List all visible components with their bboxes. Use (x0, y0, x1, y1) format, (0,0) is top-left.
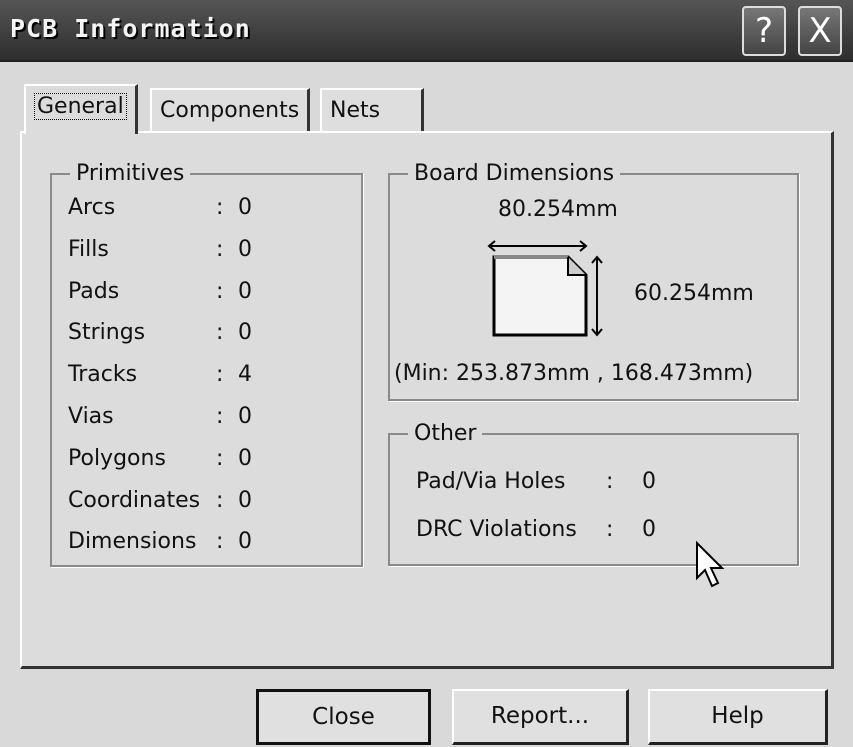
primitive-value: 4 (238, 362, 252, 388)
colon: : (216, 362, 224, 388)
colon: : (216, 195, 224, 220)
primitive-row: Vias:0 (68, 404, 252, 429)
board-height: 60.254mm (634, 281, 754, 306)
primitive-label: Strings (68, 320, 146, 346)
primitive-label: Tracks (68, 362, 138, 388)
board-dimensions-title: Board Dimensions (408, 161, 621, 186)
close-button[interactable]: Close (256, 689, 431, 745)
primitive-row: Dimensions:0 (68, 529, 252, 555)
colon: : (606, 517, 614, 542)
window-title: PCB Information (10, 14, 251, 43)
help-button[interactable]: Help (648, 689, 828, 745)
primitive-row: Pads:0 (68, 278, 252, 304)
primitive-label: Pads (68, 278, 120, 304)
colon: : (216, 445, 224, 471)
board-width: 80.254mm (498, 197, 618, 222)
other-label: Pad/Via Holes (416, 469, 566, 494)
title-bar: PCB Information ? X (0, 0, 853, 62)
other-value: 0 (642, 469, 656, 494)
primitive-value: 0 (238, 404, 252, 429)
primitive-value: 0 (238, 320, 252, 346)
primitive-value: 0 (238, 236, 252, 262)
tab-general[interactable]: General (24, 84, 138, 134)
other-title: Other (408, 421, 483, 446)
other-label: DRC Violations (416, 517, 577, 542)
tab-label: General (34, 93, 127, 120)
colon: : (606, 469, 614, 494)
help-title-button[interactable]: ? (742, 6, 786, 56)
other-value: 0 (642, 517, 656, 542)
colon: : (216, 236, 224, 262)
tab-nets[interactable]: Nets (320, 88, 424, 134)
board-dimensions-group: Board Dimensions 80.254mm 60.254mm (Min:… (388, 161, 799, 401)
primitive-value: 0 (238, 195, 252, 220)
primitive-row: Arcs:0 (68, 195, 252, 220)
board-min: (Min: 253.873mm , 168.473mm) (394, 361, 754, 386)
primitives-title: Primitives (70, 161, 191, 186)
primitive-label: Polygons (68, 445, 166, 471)
colon: : (216, 278, 224, 304)
primitive-value: 0 (238, 529, 252, 555)
other-row: Pad/Via Holes: 0 (416, 469, 656, 494)
other-group: Other Pad/Via Holes: 0 DRC Violations: 0 (388, 421, 799, 566)
report-button[interactable]: Report... (452, 689, 629, 745)
primitive-value: 0 (238, 445, 252, 471)
colon: : (216, 529, 224, 555)
primitive-value: 0 (238, 487, 252, 513)
primitive-row: Strings:0 (68, 320, 252, 346)
primitive-label: Fills (68, 236, 109, 262)
close-title-button[interactable]: X (798, 6, 842, 56)
colon: : (216, 404, 224, 429)
primitive-row: Tracks:4 (68, 362, 252, 388)
primitive-label: Arcs (68, 195, 116, 220)
primitives-group: Primitives Arcs:0 Fills:0 Pads:0 Strings:0 T… (50, 161, 363, 567)
primitive-row: Polygons:0 (68, 445, 252, 471)
primitive-label: Dimensions (68, 529, 197, 555)
other-row: DRC Violations: 0 (416, 517, 656, 542)
board-size-icon (487, 240, 603, 337)
primitive-label: Vias (68, 404, 114, 429)
mouse-cursor-icon (696, 540, 725, 588)
primitive-value: 0 (238, 278, 252, 304)
tab-components[interactable]: Components (150, 88, 311, 134)
primitive-row: Fills:0 (68, 236, 252, 262)
primitive-row: Coordinates:0 (68, 487, 252, 513)
colon: : (216, 320, 224, 346)
primitive-label: Coordinates (68, 487, 201, 513)
colon: : (216, 487, 224, 513)
